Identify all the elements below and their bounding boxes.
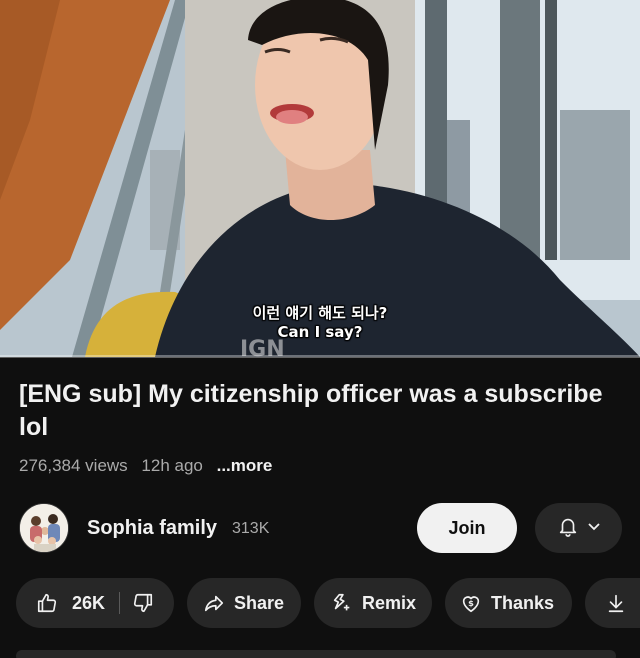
- thumbs-up-icon: [36, 592, 58, 614]
- progress-bar[interactable]: [0, 355, 640, 358]
- dislike-button[interactable]: [132, 592, 154, 614]
- comments-teaser[interactable]: [16, 650, 616, 658]
- thanks-button[interactable]: $ Thanks: [445, 578, 572, 628]
- subtitle-english: Can I say?: [277, 323, 363, 341]
- thanks-label: Thanks: [491, 592, 555, 613]
- notification-bell-button[interactable]: [535, 503, 622, 553]
- chevron-down-icon: [587, 519, 601, 538]
- like-button[interactable]: 26K: [36, 592, 105, 614]
- remix-icon: [331, 592, 353, 614]
- subtitles: 이런 얘기 해도 되나? Can I say?: [0, 304, 640, 342]
- subscriber-count: 313K: [232, 520, 270, 537]
- remix-label: Remix: [362, 592, 417, 613]
- thanks-heart-dollar-icon: $: [460, 592, 482, 614]
- like-count: 26K: [72, 592, 106, 613]
- upload-age: 12h ago: [141, 456, 203, 475]
- channel-row: Sophia family 313K Join: [19, 502, 624, 556]
- like-dislike-group: 26K: [16, 578, 174, 628]
- like-divider: [119, 592, 121, 614]
- channel-avatar[interactable]: [19, 503, 69, 553]
- bell-icon: [557, 515, 579, 542]
- svg-text:$: $: [468, 598, 474, 608]
- view-count: 276,384 views: [19, 456, 128, 475]
- download-icon: [605, 592, 627, 614]
- video-title[interactable]: [ENG sub] My citizenship officer was a s…: [19, 378, 619, 444]
- share-arrow-icon: [203, 592, 225, 614]
- share-button[interactable]: Share: [187, 578, 301, 628]
- thumbs-down-icon: [132, 592, 154, 614]
- video-player[interactable]: IGN 이런 얘기 해도 되나? Can I say?: [0, 0, 640, 357]
- share-label: Share: [234, 592, 285, 613]
- more-link[interactable]: ...more: [217, 456, 273, 475]
- remix-button[interactable]: Remix: [314, 578, 432, 628]
- join-button[interactable]: Join: [417, 503, 517, 553]
- download-button[interactable]: [585, 578, 640, 628]
- subtitle-korean: 이런 얘기 해도 되나?: [252, 304, 388, 322]
- channel-name[interactable]: Sophia family: [87, 517, 217, 540]
- action-bar: 26K Share Remix $ Thanks: [16, 578, 640, 628]
- video-meta[interactable]: 276,384 views 12h ago ...more: [19, 456, 281, 476]
